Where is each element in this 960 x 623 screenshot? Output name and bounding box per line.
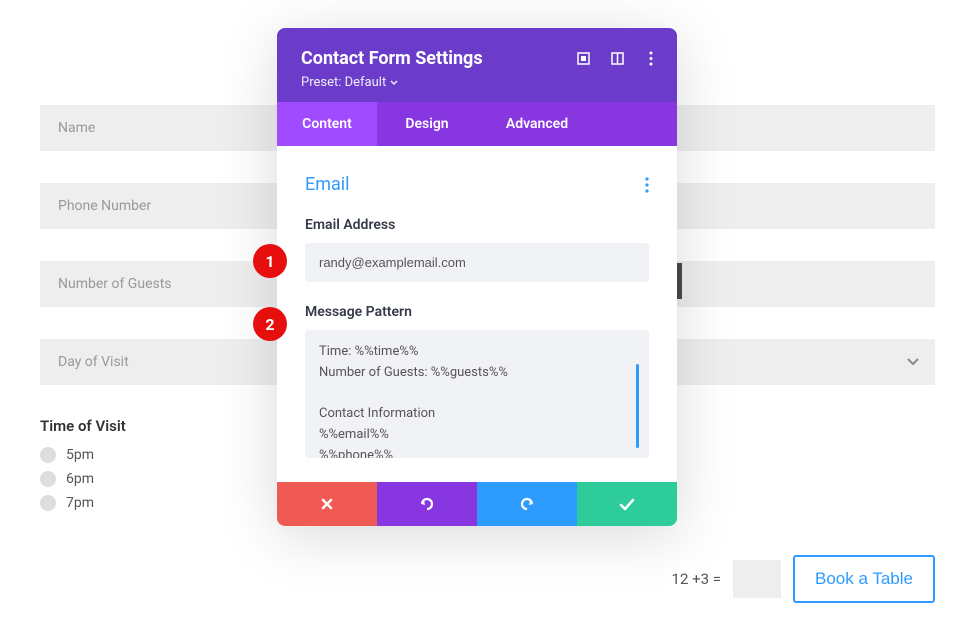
email-address-label: Email Address xyxy=(305,217,649,233)
undo-icon xyxy=(418,496,436,512)
expand-icon[interactable] xyxy=(575,50,591,66)
panel-icon[interactable] xyxy=(609,50,625,66)
tab-advanced[interactable]: Advanced xyxy=(477,102,597,146)
annotation-badge-1: 1 xyxy=(253,244,287,278)
tab-content[interactable]: Content xyxy=(277,102,377,146)
modal-footer xyxy=(277,482,677,526)
time-option-label: 5pm xyxy=(66,447,94,463)
modal-body: Email Email Address Message Pattern xyxy=(277,146,677,482)
cancel-button[interactable] xyxy=(277,482,377,526)
message-pattern-wrap xyxy=(305,330,649,462)
time-option-label: 6pm xyxy=(66,471,94,487)
annotation-badge-2: 2 xyxy=(253,307,287,341)
message-pattern-input[interactable] xyxy=(305,330,649,458)
message-pattern-label: Message Pattern xyxy=(305,304,649,320)
email-section-header[interactable]: Email xyxy=(305,174,649,195)
preset-label: Preset: Default xyxy=(301,75,386,90)
name-placeholder: Name xyxy=(58,120,95,136)
undo-button[interactable] xyxy=(377,482,477,526)
captcha-question: 12 +3 = xyxy=(672,570,721,588)
redo-icon xyxy=(518,496,536,512)
radio-icon xyxy=(40,495,56,511)
settings-modal: Contact Form Settings Preset: Default Co… xyxy=(277,28,677,526)
captcha-row: 12 +3 = Book a Table xyxy=(672,555,935,603)
check-icon xyxy=(619,498,635,511)
more-icon[interactable] xyxy=(643,50,659,66)
section-more-icon[interactable] xyxy=(645,177,649,193)
captcha-input[interactable] xyxy=(733,560,781,598)
section-title: Email xyxy=(305,174,645,195)
redo-button[interactable] xyxy=(477,482,577,526)
radio-icon xyxy=(40,447,56,463)
phone-placeholder: Phone Number xyxy=(58,198,151,214)
modal-header-actions xyxy=(575,50,659,66)
modal-tabs: Content Design Advanced xyxy=(277,102,677,146)
tab-design[interactable]: Design xyxy=(377,102,477,146)
preset-selector[interactable]: Preset: Default xyxy=(301,75,653,90)
time-option-label: 7pm xyxy=(66,495,94,511)
caret-down-icon xyxy=(390,80,398,86)
save-button[interactable] xyxy=(577,482,677,526)
close-icon xyxy=(320,497,334,511)
text-cursor-indicator xyxy=(636,364,639,448)
book-table-button[interactable]: Book a Table xyxy=(793,555,935,603)
radio-icon xyxy=(40,471,56,487)
email-address-input[interactable] xyxy=(305,243,649,282)
guests-placeholder: Number of Guests xyxy=(58,276,172,292)
modal-header: Contact Form Settings Preset: Default xyxy=(277,28,677,102)
chevron-down-icon xyxy=(907,358,919,366)
day-placeholder: Day of Visit xyxy=(58,354,129,370)
